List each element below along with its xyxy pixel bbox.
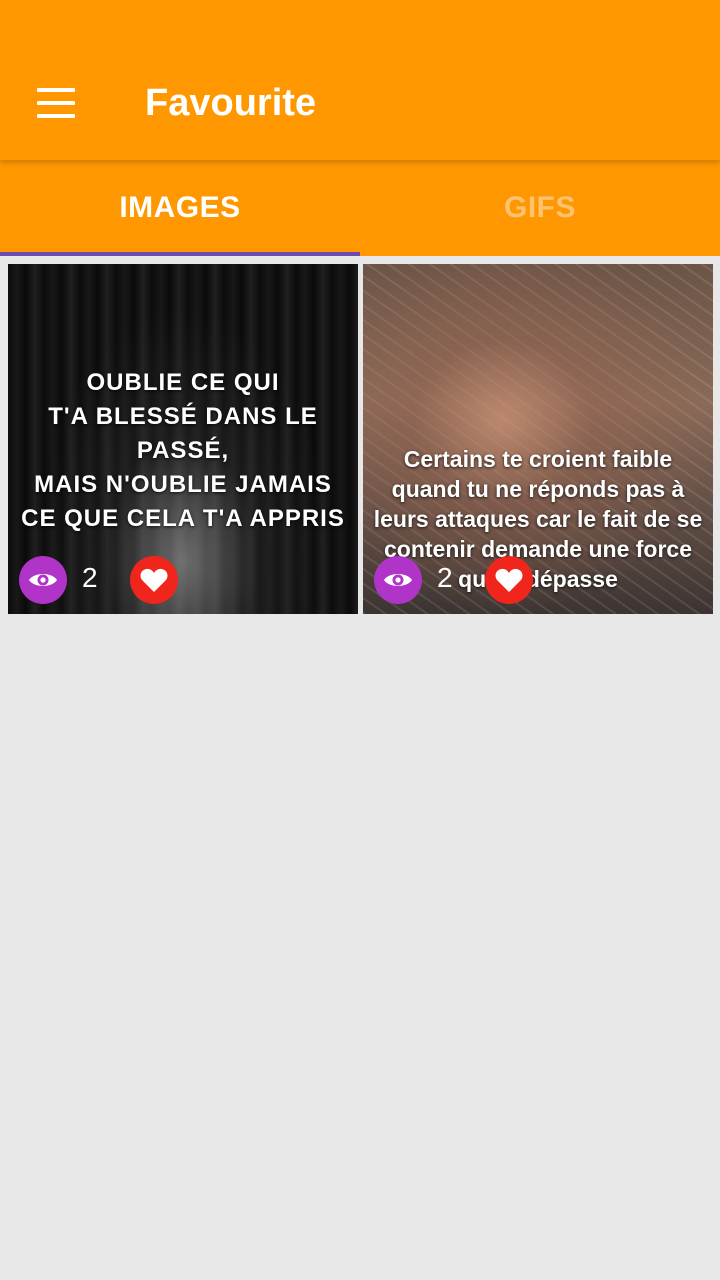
tab-gifs[interactable]: GIFS <box>360 160 720 256</box>
app-bar: Favourite <box>0 0 720 160</box>
menu-icon <box>37 88 75 92</box>
quote-text: OUBLIE CE QUI T'A BLESSÉ DANS LE PASSÉ, … <box>21 369 345 532</box>
favourites-grid: OUBLIE CE QUI T'A BLESSÉ DANS LE PASSÉ, … <box>8 264 714 614</box>
menu-button[interactable] <box>26 78 86 128</box>
heart-icon <box>140 568 168 592</box>
view-count: 2 <box>437 562 453 593</box>
view-count-button[interactable] <box>374 556 422 604</box>
favourite-button[interactable] <box>485 556 533 604</box>
tab-images-label: IMAGES <box>119 191 241 224</box>
favourite-button[interactable] <box>130 556 178 604</box>
favourite-image-card[interactable]: Certains te croient faible quand tu ne r… <box>363 264 713 614</box>
tab-bar: IMAGES GIFS <box>0 160 720 256</box>
view-count: 2 <box>82 562 98 593</box>
heart-icon <box>495 568 523 592</box>
eye-icon <box>384 574 412 586</box>
tab-images[interactable]: IMAGES <box>0 160 360 256</box>
favourite-image-card[interactable]: OUBLIE CE QUI T'A BLESSÉ DANS LE PASSÉ, … <box>8 264 358 614</box>
menu-icon-bar <box>37 101 75 105</box>
menu-icon-bar <box>37 114 75 118</box>
eye-icon <box>29 574 57 586</box>
tab-indicator <box>0 252 360 256</box>
view-count-button[interactable] <box>19 556 67 604</box>
page-title: Favourite <box>145 82 317 124</box>
tab-gifs-label: GIFS <box>503 191 576 224</box>
